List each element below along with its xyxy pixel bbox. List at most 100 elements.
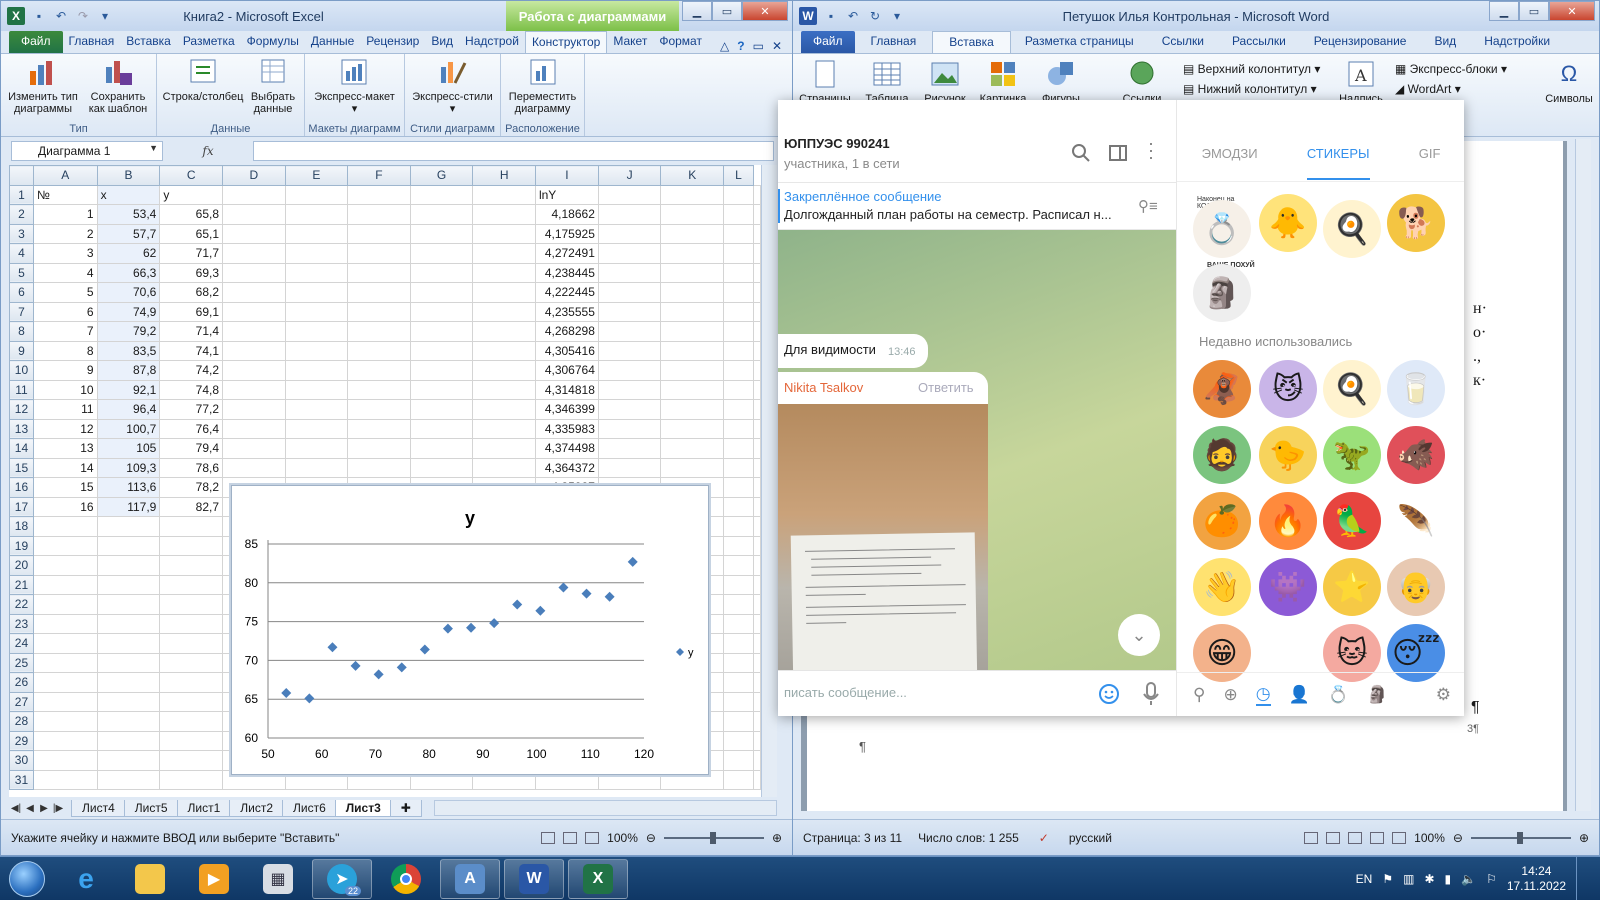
cell-C3[interactable]: 65,1 xyxy=(159,223,224,244)
cell-I11[interactable]: 4,314818 xyxy=(534,379,599,400)
cell-H2[interactable] xyxy=(472,204,536,225)
cell-G5[interactable] xyxy=(409,262,474,283)
cell-A13[interactable]: 12 xyxy=(32,418,98,439)
cell-L10[interactable] xyxy=(723,360,754,381)
cell-L5[interactable] xyxy=(723,262,754,283)
cell-C23[interactable] xyxy=(159,613,224,634)
cell-H3[interactable] xyxy=(472,223,536,244)
cell-B1[interactable]: x xyxy=(96,184,161,205)
cell-B22[interactable] xyxy=(96,594,161,615)
cell-B19[interactable] xyxy=(96,535,161,556)
cell-filler[interactable] xyxy=(753,555,761,576)
cell-G4[interactable] xyxy=(409,243,474,264)
tab-format[interactable]: Формат xyxy=(653,31,708,53)
cell-B15[interactable]: 109,3 xyxy=(96,457,161,478)
tab-insert[interactable]: Вставка xyxy=(932,31,1011,53)
cell-D6[interactable] xyxy=(222,282,286,303)
cell-L14[interactable] xyxy=(723,438,754,459)
quick-styles-button[interactable]: Экспресс-стили ▾ xyxy=(412,56,493,120)
cell-E5[interactable] xyxy=(284,262,349,283)
cell-F11[interactable] xyxy=(347,379,411,400)
cell-G8[interactable] xyxy=(409,321,474,342)
message-bubble[interactable]: Для видимости 13:46 xyxy=(778,334,928,368)
cell-E7[interactable] xyxy=(284,301,349,322)
cell-H5[interactable] xyxy=(472,262,536,283)
scroll-down-icon[interactable]: ⌄ xyxy=(1118,614,1160,656)
cell-A16[interactable]: 15 xyxy=(32,477,98,498)
cell-C4[interactable]: 71,7 xyxy=(159,243,224,264)
outline-view-icon[interactable] xyxy=(1370,831,1385,844)
cell-filler[interactable] xyxy=(753,535,761,556)
cell-G10[interactable] xyxy=(409,360,474,381)
cell-E8[interactable] xyxy=(284,321,349,342)
pin-list-icon[interactable]: ⚲≡ xyxy=(1138,197,1158,215)
cell-L6[interactable] xyxy=(723,282,754,303)
first-sheet-icon[interactable]: ◀| xyxy=(9,803,23,814)
cell-A31[interactable] xyxy=(32,769,98,790)
column-header[interactable]: B xyxy=(96,165,161,186)
cell-A3[interactable]: 2 xyxy=(32,223,98,244)
cell-A20[interactable] xyxy=(32,555,98,576)
egg-sticker[interactable]: 🍳 xyxy=(1323,200,1381,258)
zoom-out-icon[interactable]: ⊖ xyxy=(1453,831,1463,845)
cell-C12[interactable]: 77,2 xyxy=(159,399,224,420)
sheet-tab-active[interactable]: Лист3 xyxy=(334,799,392,817)
cell-D15[interactable] xyxy=(222,457,286,478)
cell-L25[interactable] xyxy=(723,652,754,673)
tab-references[interactable]: Ссылки xyxy=(1148,31,1218,53)
cell-A18[interactable] xyxy=(32,516,98,537)
cell-K10[interactable] xyxy=(660,360,725,381)
normal-view-icon[interactable] xyxy=(541,831,556,844)
hi-sticker[interactable]: 👋 xyxy=(1193,558,1251,616)
cell-L29[interactable] xyxy=(723,730,754,751)
row-header[interactable]: 10 xyxy=(9,360,34,381)
cell-filler[interactable] xyxy=(753,418,761,439)
cell-A22[interactable] xyxy=(32,594,98,615)
cell-A25[interactable] xyxy=(32,652,98,673)
cell-A17[interactable]: 16 xyxy=(32,496,98,517)
sheet-tab[interactable]: Лист2 xyxy=(229,799,284,817)
cell-C19[interactable] xyxy=(159,535,224,556)
cell-A30[interactable] xyxy=(32,750,98,771)
cell-C14[interactable]: 79,4 xyxy=(159,438,224,459)
cell-H10[interactable] xyxy=(472,360,536,381)
cell-E4[interactable] xyxy=(284,243,349,264)
duck-sticker[interactable]: 🐥 xyxy=(1259,194,1317,252)
language-indicator[interactable]: русский xyxy=(1069,831,1112,845)
cell-filler[interactable] xyxy=(753,594,761,615)
cell-filler[interactable] xyxy=(753,340,761,361)
cell-C5[interactable]: 69,3 xyxy=(159,262,224,283)
cell-D7[interactable] xyxy=(222,301,286,322)
cell-C25[interactable] xyxy=(159,652,224,673)
cell-C13[interactable]: 76,4 xyxy=(159,418,224,439)
cell-E1[interactable] xyxy=(284,184,349,205)
cell-B3[interactable]: 57,7 xyxy=(96,223,161,244)
cell-H8[interactable] xyxy=(472,321,536,342)
tab-addins[interactable]: Надстрой xyxy=(459,31,525,53)
message-author[interactable]: Nikita Tsalkov xyxy=(784,380,863,395)
cell-filler[interactable] xyxy=(753,301,761,322)
redo-icon[interactable]: ↷ xyxy=(75,8,91,24)
cell-H9[interactable] xyxy=(472,340,536,361)
cell-I13[interactable]: 4,335983 xyxy=(534,418,599,439)
taskbar-ie[interactable]: e xyxy=(56,859,116,899)
egg-sticker[interactable]: 🍳 xyxy=(1323,360,1381,418)
cell-G6[interactable] xyxy=(409,282,474,303)
row-header[interactable]: 20 xyxy=(9,555,34,576)
cell-filler[interactable] xyxy=(753,711,761,732)
bird-sticker[interactable]: 🐤 xyxy=(1259,426,1317,484)
cell-filler[interactable] xyxy=(753,379,761,400)
sidebar-toggle-icon[interactable] xyxy=(1109,144,1127,162)
row-header[interactable]: 9 xyxy=(9,340,34,361)
cell-G14[interactable] xyxy=(409,438,474,459)
qat-customize-icon[interactable]: ▾ xyxy=(97,8,113,24)
cell-K4[interactable] xyxy=(660,243,725,264)
column-header[interactable]: G xyxy=(409,165,474,186)
row-header[interactable]: 14 xyxy=(9,438,34,459)
zoom-out-icon[interactable]: ⊖ xyxy=(646,831,656,845)
tab-design[interactable]: Конструктор xyxy=(524,31,608,53)
cell-B11[interactable]: 92,1 xyxy=(96,379,161,400)
tab-view[interactable]: Вид xyxy=(425,31,459,53)
row-header[interactable]: 5 xyxy=(9,262,34,283)
row-header[interactable]: 26 xyxy=(9,672,34,693)
